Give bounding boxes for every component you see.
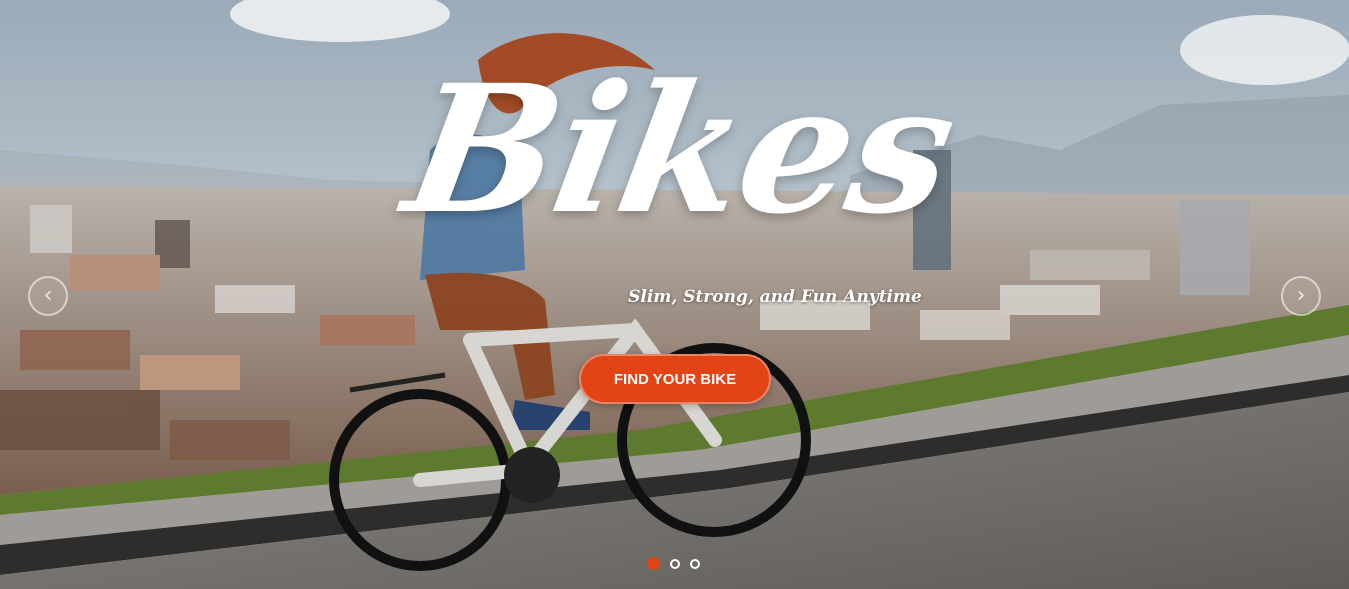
- previous-slide-button[interactable]: ‹: [28, 276, 68, 316]
- slide-dot-1[interactable]: [647, 557, 660, 570]
- slide-dot-2[interactable]: [670, 558, 680, 569]
- slide-dot-3[interactable]: [690, 558, 700, 569]
- hero-title: Bikes: [392, 46, 968, 253]
- slide-pagination: [647, 557, 700, 570]
- chevron-right-icon: ›: [1296, 283, 1306, 308]
- hero-slider: Bikes Slim, Strong, and Fun Anytime FIND…: [0, 0, 1349, 589]
- find-your-bike-button[interactable]: FIND YOUR BIKE: [579, 354, 771, 404]
- chevron-left-icon: ‹: [43, 283, 53, 308]
- next-slide-button[interactable]: ›: [1281, 276, 1321, 316]
- hero-subtitle: Slim, Strong, and Fun Anytime: [628, 287, 922, 307]
